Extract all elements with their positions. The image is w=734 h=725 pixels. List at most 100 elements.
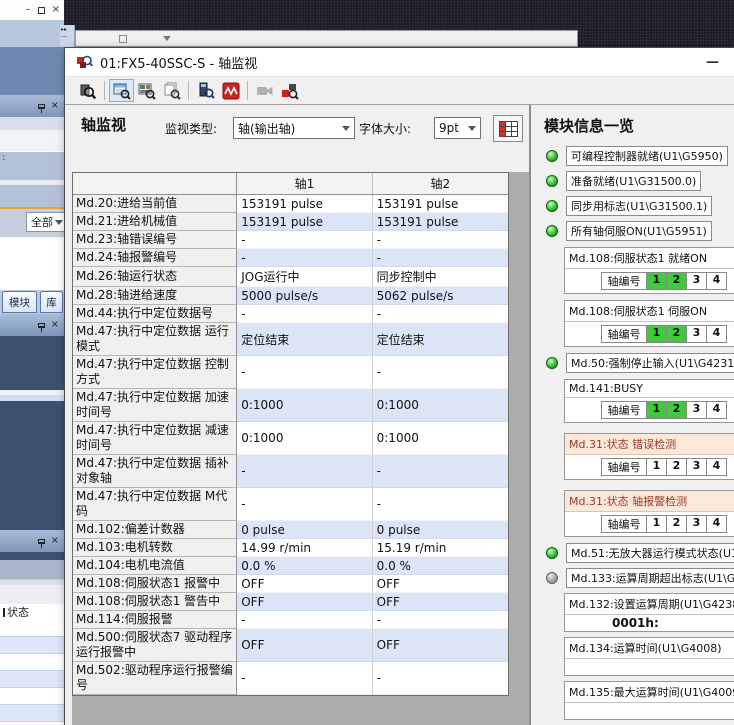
close-icon[interactable]: × xyxy=(52,5,60,15)
monitor-table-row[interactable]: Md.20:进给当前值153191 pulse153191 pulse xyxy=(73,195,508,213)
axis-cell: 2 xyxy=(666,515,687,533)
cam-monitor-icon[interactable] xyxy=(252,79,277,102)
axis2-value: - xyxy=(373,488,508,521)
row-label: Md.28:轴进给速度 xyxy=(73,287,237,305)
module-status-item[interactable]: 准备就绪(U1\G31500.0) xyxy=(531,171,734,191)
axis-cell: 4 xyxy=(706,401,727,419)
multi-window-monitor-icon[interactable] xyxy=(159,79,184,102)
group-header: Md.134:运算时间(U1\G4008) xyxy=(565,638,734,659)
axis1-value: - xyxy=(237,455,372,488)
tab-module[interactable]: 模块 xyxy=(2,291,37,313)
filter-dropdown-value: 全部 xyxy=(31,214,53,230)
axis-status-group[interactable]: Md.141:BUSY轴编号1234 xyxy=(564,379,734,423)
close-icon[interactable]: × xyxy=(51,101,59,111)
axis-cell: 3 xyxy=(686,325,707,343)
background-toolbar-icon[interactable] xyxy=(119,35,127,43)
monitor-type-label: 监视类型: xyxy=(165,120,217,137)
waveform-trace-icon[interactable] xyxy=(218,79,243,102)
module-status-item[interactable]: 同步用标志(U1\G31500.1) xyxy=(531,196,734,216)
monitor-table-row[interactable]: Md.23:轴错误编号-- xyxy=(73,231,508,249)
monitor-table-row[interactable]: Md.502:驱动程序运行报警编号-- xyxy=(73,662,508,695)
filter-row: 全部 xyxy=(0,209,64,237)
module-status-item[interactable]: 所有轴伺服ON(U1\G5951) xyxy=(531,221,734,241)
dialog-titlebar[interactable]: 01:FX5-40SSC-S - 轴监视 — xyxy=(65,48,734,77)
error-history-monitor-icon[interactable] xyxy=(277,79,302,102)
page-title: 轴监视 xyxy=(81,114,126,135)
chevron-down-icon[interactable] xyxy=(163,36,171,41)
monitor-table-row[interactable]: Md.108:伺服状态1 报警中OFFOFF xyxy=(73,575,508,593)
pin-icon[interactable] xyxy=(38,539,45,544)
axis-status-group[interactable]: Md.31:状态 错误检测轴编号1234 xyxy=(564,433,734,480)
panel-row xyxy=(0,560,64,580)
module-status-item[interactable]: Md.50:强制停止输入(U1\G4231) xyxy=(531,353,734,373)
monitor-table-row[interactable]: Md.47:执行中定位数据 运行模式定位结束定位结束 xyxy=(73,323,508,356)
axis2-value: OFF xyxy=(373,629,508,662)
monitor-table-row[interactable]: Md.47:执行中定位数据 插补对象轴-- xyxy=(73,455,508,488)
module-status-item[interactable]: Md.51:无放大器运行模式状态(U1\G xyxy=(531,543,734,563)
monitor-table-row[interactable]: Md.24:轴报警编号-- xyxy=(73,249,508,267)
tab-library[interactable]: 库 xyxy=(40,291,63,313)
axis2-value: OFF xyxy=(373,593,508,611)
axis2-value: 0.0 % xyxy=(373,557,508,575)
toolbar-separator xyxy=(247,81,248,100)
monitor-table-row[interactable]: Md.500:伺服状态7 驱动程序运行报警中OFFOFF xyxy=(73,629,508,662)
monitor-table-row[interactable]: Md.114:伺服报警-- xyxy=(73,611,508,629)
table-body: Md.20:进给当前值153191 pulse153191 pulseMd.21… xyxy=(73,195,508,695)
module-status-item[interactable]: 可编程控制器就绪(U1\G5950) xyxy=(531,146,734,166)
monitor-table-row[interactable]: Md.47:执行中定位数据 M代码-- xyxy=(73,488,508,521)
axis-status-group[interactable]: Md.108:伺服状态1 伺服ON轴编号1234 xyxy=(564,300,734,347)
minimize-icon[interactable]: — xyxy=(706,55,719,70)
monitor-type-value: 轴(输出轴) xyxy=(238,120,295,137)
module-info-items: 可编程控制器就绪(U1\G5950) 准备就绪(U1\G31500.0) 同步用标志… xyxy=(531,146,734,725)
monitor-table-row[interactable]: Md.104:电机电流值0.0 %0.0 % xyxy=(73,557,508,575)
value-group[interactable]: Md.134:运算时间(U1\G4008) xyxy=(564,637,734,676)
monitor-table-row[interactable]: Md.44:执行中定位数据号-- xyxy=(73,305,508,323)
close-icon[interactable]: × xyxy=(51,536,59,546)
axis-indicator-row: 轴编号1234 xyxy=(601,325,734,343)
value-group[interactable]: Md.135:最大运算时间(U1\G4009) xyxy=(564,681,734,720)
detail-monitor-icon[interactable] xyxy=(134,79,159,102)
header-item-column xyxy=(73,173,237,194)
pin-icon[interactable] xyxy=(38,104,45,109)
table-grid-icon xyxy=(499,121,518,137)
monitor-table-row[interactable]: Md.28:轴进给速度5000 pulse/s5062 pulse/s xyxy=(73,287,508,305)
module-status-label: 同步用标志(U1\G31500.1) xyxy=(566,196,712,216)
monitor-start-stop-icon[interactable] xyxy=(75,79,100,102)
axis2-value: - xyxy=(373,249,508,267)
filter-dropdown[interactable]: 全部 xyxy=(26,212,66,232)
monitor-table-row[interactable]: Md.47:执行中定位数据 减速时间号0:10000:1000 xyxy=(73,422,508,455)
module-monitor-icon[interactable] xyxy=(193,79,218,102)
restore-icon[interactable] xyxy=(38,7,45,14)
status-led-green xyxy=(546,150,558,162)
monitor-table-row[interactable]: Md.47:执行中定位数据 控制方式-- xyxy=(73,356,508,389)
axis-status-group[interactable]: Md.31:状态 轴报警检测轴编号1234 xyxy=(564,490,734,537)
axis-monitor-view-icon[interactable] xyxy=(109,79,134,102)
value-group[interactable]: Md.132:设置运算周期(U1\G4238)0001h: xyxy=(564,593,734,632)
monitor-table-row[interactable]: Md.103:电机转数14.99 r/min15.19 r/min xyxy=(73,539,508,557)
collapsed-panel-strip[interactable]: ▸▸— xyxy=(60,25,75,47)
axis2-value: OFF xyxy=(373,575,508,593)
axis2-value: - xyxy=(373,356,508,389)
row-label: Md.26:轴运行状态 xyxy=(73,267,237,287)
monitor-table-area[interactable]: 轴1 轴2 Md.20:进给当前值153191 pulse153191 puls… xyxy=(72,172,529,725)
monitor-table-row[interactable]: Md.108:伺服状态1 警告中OFFOFF xyxy=(73,593,508,611)
monitor-table-row[interactable]: Md.26:轴运行状态JOG运行中同步控制中 xyxy=(73,267,508,287)
pin-icon[interactable] xyxy=(38,323,45,328)
axis1-value: 0 pulse xyxy=(237,521,372,539)
font-size-select[interactable]: 9pt xyxy=(434,117,481,139)
axis1-value: - xyxy=(237,231,372,249)
close-icon[interactable]: × xyxy=(51,320,59,330)
monitor-table-row[interactable]: Md.102:偏差计数器0 pulse0 pulse xyxy=(73,521,508,539)
header-axis2[interactable]: 轴2 xyxy=(373,173,508,194)
monitor-table-row[interactable]: Md.47:执行中定位数据 加速时间号0:10000:1000 xyxy=(73,389,508,422)
axis-monitor-dialog: 01:FX5-40SSC-S - 轴监视 — xyxy=(64,47,734,725)
table-display-button[interactable] xyxy=(493,115,523,142)
module-status-item[interactable]: Md.133:运算周期超出标志(U1\G4 xyxy=(531,568,734,588)
header-axis1[interactable]: 轴1 xyxy=(237,173,372,194)
group-header: Md.108:伺服状态1 就绪ON xyxy=(565,248,734,269)
monitor-table-row[interactable]: Md.21:进给机械值153191 pulse153191 pulse xyxy=(73,213,508,231)
axis2-value: 5062 pulse/s xyxy=(373,287,508,305)
monitor-type-select[interactable]: 轴(输出轴) xyxy=(233,117,355,139)
minimize-icon[interactable]: – xyxy=(26,5,31,15)
axis-status-group[interactable]: Md.108:伺服状态1 就绪ON轴编号1234 xyxy=(564,247,734,294)
